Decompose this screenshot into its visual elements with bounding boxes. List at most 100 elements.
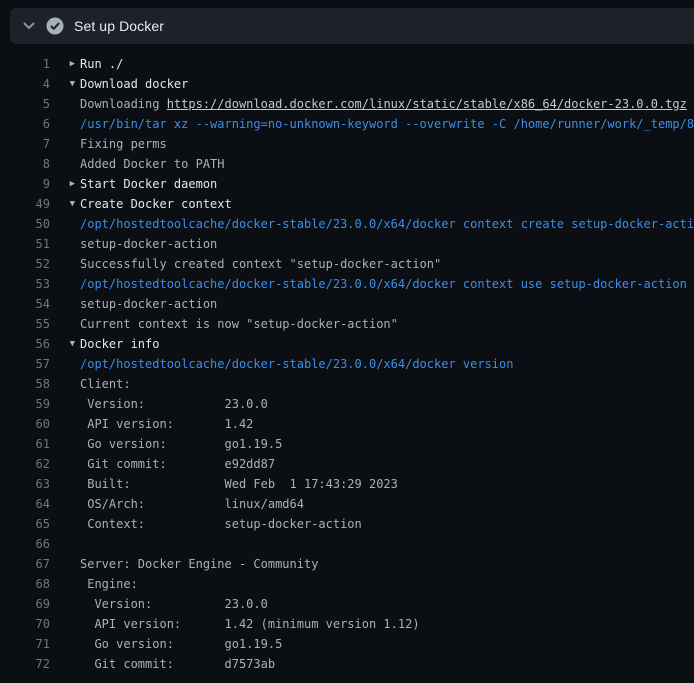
line-number[interactable]: 67	[0, 554, 50, 574]
group-title[interactable]: Download docker	[80, 74, 694, 94]
log-line: 59 Version: 23.0.0	[0, 394, 694, 414]
log-text: Downloading https://download.docker.com/…	[80, 94, 694, 114]
line-number[interactable]: 65	[0, 514, 50, 534]
chevron-down-icon[interactable]	[22, 19, 36, 33]
line-number[interactable]: 52	[0, 254, 50, 274]
log-line: 56▼Docker info	[0, 334, 694, 354]
line-number[interactable]: 72	[0, 654, 50, 674]
group-title[interactable]: Start Docker daemon	[80, 174, 694, 194]
expander-slot	[50, 394, 80, 414]
line-number[interactable]: 56	[0, 334, 50, 354]
line-number[interactable]: 7	[0, 134, 50, 154]
expander-slot	[50, 114, 80, 134]
log-line: 67Server: Docker Engine - Community	[0, 554, 694, 574]
log-line: 51setup-docker-action	[0, 234, 694, 254]
log-text: API version: 1.42 (minimum version 1.12)	[80, 614, 694, 634]
log-line: 60 API version: 1.42	[0, 414, 694, 434]
command-text: /opt/hostedtoolcache/docker-stable/23.0.…	[80, 354, 694, 374]
expander-slot	[50, 154, 80, 174]
line-number[interactable]: 61	[0, 434, 50, 454]
expander-slot	[50, 514, 80, 534]
expander-slot	[50, 374, 80, 394]
line-number[interactable]: 5	[0, 94, 50, 114]
log-line: 55 Current context is now "setup-docker-a…	[0, 314, 694, 334]
expander-slot	[50, 274, 80, 294]
log-line: 72 Git commit: d7573ab	[0, 654, 694, 674]
expander-collapsed-icon[interactable]: ▶	[50, 174, 80, 194]
expander-slot	[50, 534, 80, 554]
log-line: 4▼Download docker	[0, 74, 694, 94]
line-number[interactable]: 68	[0, 574, 50, 594]
expander-expanded-icon[interactable]: ▼	[50, 74, 80, 94]
expander-collapsed-icon[interactable]: ▶	[50, 54, 80, 74]
line-number[interactable]: 55	[0, 314, 50, 334]
line-number[interactable]: 70	[0, 614, 50, 634]
line-number[interactable]: 60	[0, 414, 50, 434]
log-text: Git commit: d7573ab	[80, 654, 694, 674]
line-number[interactable]: 6	[0, 114, 50, 134]
line-number[interactable]: 4	[0, 74, 50, 94]
log-text: Successfully created context "setup-dock…	[80, 254, 694, 274]
log-line: 66	[0, 534, 694, 554]
line-number[interactable]: 51	[0, 234, 50, 254]
command-text: /opt/hostedtoolcache/docker-stable/23.0.…	[80, 214, 694, 234]
group-title[interactable]: Docker info	[80, 334, 694, 354]
log-line: 9▶Start Docker daemon	[0, 174, 694, 194]
step-title: Set up Docker	[74, 18, 164, 34]
expander-slot	[50, 354, 80, 374]
log-line: 6/usr/bin/tar xz --warning=no-unknown-ke…	[0, 114, 694, 134]
line-number[interactable]: 63	[0, 474, 50, 494]
line-number[interactable]: 8	[0, 154, 50, 174]
check-circle-icon	[46, 17, 64, 35]
expander-slot	[50, 434, 80, 454]
line-number[interactable]: 64	[0, 494, 50, 514]
log-line: 69 Version: 23.0.0	[0, 594, 694, 614]
expander-slot	[50, 214, 80, 234]
log-line: 63 Built: Wed Feb 1 17:43:29 2023	[0, 474, 694, 494]
line-number[interactable]: 58	[0, 374, 50, 394]
expander-slot	[50, 654, 80, 674]
group-title[interactable]: Create Docker context	[80, 194, 694, 214]
log-lines: 1▶Run ./4▼Download docker5Downloading ht…	[0, 44, 694, 674]
line-number[interactable]: 54	[0, 294, 50, 314]
expander-slot	[50, 494, 80, 514]
log-text: Go version: go1.19.5	[80, 634, 694, 654]
log-line: 52 Successfully created context "setup-do…	[0, 254, 694, 274]
line-number[interactable]: 1	[0, 54, 50, 74]
log-line: 8Added Docker to PATH	[0, 154, 694, 174]
log-text: Current context is now "setup-docker-act…	[80, 314, 694, 334]
line-number[interactable]: 62	[0, 454, 50, 474]
line-number[interactable]: 49	[0, 194, 50, 214]
step-header[interactable]: Set up Docker	[10, 8, 694, 44]
log-line: 68 Engine:	[0, 574, 694, 594]
log-text: Version: 23.0.0	[80, 594, 694, 614]
log-text: Client:	[80, 374, 694, 394]
line-number[interactable]: 53	[0, 274, 50, 294]
expander-expanded-icon[interactable]: ▼	[50, 194, 80, 214]
line-number[interactable]: 66	[0, 534, 50, 554]
log-line: 71 Go version: go1.19.5	[0, 634, 694, 654]
expander-slot	[50, 134, 80, 154]
group-title[interactable]: Run ./	[80, 54, 694, 74]
line-number[interactable]: 69	[0, 594, 50, 614]
line-number[interactable]: 71	[0, 634, 50, 654]
expander-expanded-icon[interactable]: ▼	[50, 334, 80, 354]
log-text: Version: 23.0.0	[80, 394, 694, 414]
expander-slot	[50, 554, 80, 574]
expander-slot	[50, 234, 80, 254]
log-text: Fixing perms	[80, 134, 694, 154]
command-text: /opt/hostedtoolcache/docker-stable/23.0.…	[80, 274, 694, 294]
line-number[interactable]: 57	[0, 354, 50, 374]
expander-slot	[50, 634, 80, 654]
log-text: OS/Arch: linux/amd64	[80, 494, 694, 514]
line-number[interactable]: 59	[0, 394, 50, 414]
log-text: Built: Wed Feb 1 17:43:29 2023	[80, 474, 694, 494]
log-link[interactable]: https://download.docker.com/linux/static…	[167, 97, 687, 111]
log-line: 7 Fixing perms	[0, 134, 694, 154]
line-number[interactable]: 9	[0, 174, 50, 194]
log-line: 70 API version: 1.42 (minimum version 1.…	[0, 614, 694, 634]
log-line: 57/opt/hostedtoolcache/docker-stable/23.…	[0, 354, 694, 374]
line-number[interactable]: 50	[0, 214, 50, 234]
log-line: 61 Go version: go1.19.5	[0, 434, 694, 454]
log-text: API version: 1.42	[80, 414, 694, 434]
